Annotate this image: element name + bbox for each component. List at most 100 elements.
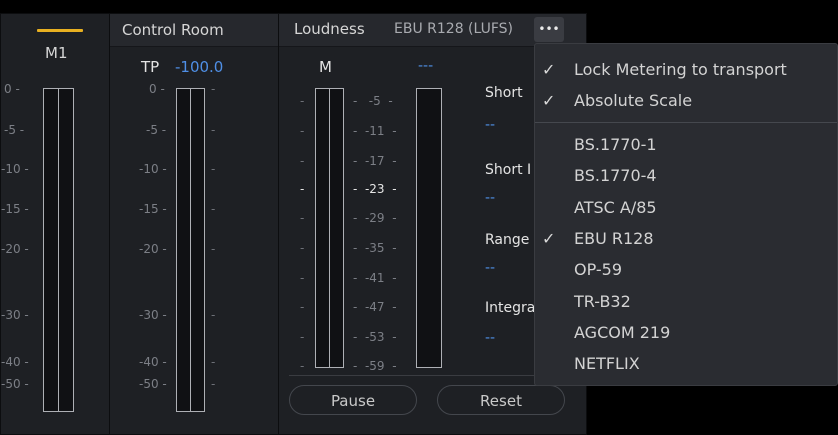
loudness-scale-tick: - -23 - [353,182,397,196]
tp-label: TP [141,58,160,76]
momentary-meter-left[interactable] [315,88,330,368]
checkmark-icon: ✓ [542,91,556,110]
scale-mark-left: - [300,359,305,373]
scale-mark-left: - [300,211,305,225]
channel-tick: -10 - [1,162,29,176]
control-room-tick: -5 - [146,123,167,137]
menu-item-standard[interactable]: BS.1770-1 [535,130,835,160]
control-room-tick: -50 - [139,377,167,391]
short-integrated-label: Short I [485,162,532,178]
loudness-scale-tick: - -35 - [353,241,397,255]
channel-meter-panel: M1 0 - -5 - -10 - -15 - -20 - -30 - -40 … [0,13,110,435]
control-room-tick: -10 - [139,162,167,176]
pause-button[interactable]: Pause [289,385,417,415]
menu-item-standard[interactable]: ATSC A/85 [535,193,835,223]
integrated-label: Integra [485,300,536,316]
loudness-scale-value: -29 [364,211,385,225]
loudness-standard: EBU R128 (LUFS) [394,21,514,37]
menu-item-lock-metering[interactable]: ✓ Lock Metering to transport [535,55,835,85]
control-room-tick-mark: - [211,162,216,176]
loudness-scale-value: -5 [368,94,381,108]
audio-meters-window: M1 0 - -5 - -10 - -15 - -20 - -30 - -40 … [0,0,838,435]
menu-item-label: ATSC A/85 [574,198,657,217]
menu-item-standard[interactable]: NETFLIX [535,349,835,379]
scale-mark-left: - [300,271,305,285]
menu-item-standard[interactable]: TR-B32 [535,287,835,317]
short-term-value: -- [485,117,496,133]
menu-item-standard[interactable]: OP-59 [535,255,835,285]
loudness-scale-tick: - -11 - [353,124,397,138]
loudness-scale-value: -59 [364,359,385,373]
control-room-tick: 0 - [149,82,165,96]
scale-mark-left: - [300,241,305,255]
loudness-scale-value: -17 [364,154,385,168]
checkmark-icon: ✓ [542,60,556,79]
menu-item-label: OP-59 [574,260,623,279]
loudness-scale-tick: - -29 - [353,211,397,225]
channel-header: M1 [1,14,109,62]
control-room-tick-mark: - [211,308,216,322]
checkmark-icon: ✓ [542,229,556,248]
control-room-meter-right[interactable] [190,88,205,412]
menu-item-standard[interactable]: AGCOM 219 [535,318,835,348]
control-room-tick: -20 - [139,242,167,256]
scale-mark-left: - [300,330,305,344]
control-room-tick-mark: - [211,202,216,216]
channel-tick: -40 - [1,355,29,369]
momentary-value: --- [418,58,434,74]
scale-mark-left: - [300,154,305,168]
scale-mark-left: - [300,124,305,138]
menu-item-label: AGCOM 219 [574,323,671,342]
loudness-scale-tick: - -17 - [353,154,397,168]
menu-item-standard-selected[interactable]: ✓ EBU R128 [535,224,835,254]
short-term-label: Short [485,85,523,101]
loudness-scale-tick: - -59 - [353,359,397,373]
control-room-tick-mark: - [211,377,216,391]
reset-button[interactable]: Reset [437,385,565,415]
menu-item-label: Lock Metering to transport [574,60,787,79]
loudness-range-meter[interactable] [416,88,442,368]
menu-item-label: Absolute Scale [574,91,693,110]
integrated-value: -- [485,330,496,346]
loudness-scale-tick: - -41 - [353,271,397,285]
menu-item-absolute-scale[interactable]: ✓ Absolute Scale [535,86,835,116]
control-room-tick-mark: - [211,355,216,369]
scale-mark-left: - [300,94,305,108]
control-room-meter-left[interactable] [176,88,191,412]
menu-item-label: NETFLIX [574,354,640,373]
range-value: -- [485,260,496,276]
menu-item-standard[interactable]: BS.1770-4 [535,161,835,191]
loudness-scale-value: -47 [364,300,385,314]
control-room-title: Control Room [122,21,224,39]
control-room-tick: -40 - [139,355,167,369]
control-room-tick: -30 - [139,308,167,322]
menu-item-label: BS.1770-4 [574,166,657,185]
control-room-header: Control Room [110,14,278,47]
momentary-meter-right[interactable] [329,88,344,368]
loudness-scale-tick: - -47 - [353,300,397,314]
control-room-tick-mark: - [211,82,216,96]
loudness-options-menu: ✓ Lock Metering to transport ✓ Absolute … [534,43,838,386]
tp-value: -100.0 [175,58,224,76]
loudness-scale-value: -53 [364,330,385,344]
channel-tick: -20 - [1,242,29,256]
menu-separator [535,122,837,123]
loudness-scale-tick: - -53 - [353,330,397,344]
channel-label: M1 [45,44,68,62]
momentary-label: M [319,58,332,76]
channel-tick: -30 - [1,308,29,322]
more-options-button[interactable]: ••• [534,17,564,42]
short-integrated-value: -- [485,190,496,206]
control-room-tick: -15 - [139,202,167,216]
scale-mark-left: - [300,300,305,314]
scale-mark-left: - [300,182,305,196]
loudness-scale-value: -35 [364,241,385,255]
control-room-tick-mark: - [211,123,216,137]
channel-tick: 0 - [4,82,20,96]
channel-accent-bar [37,29,83,32]
channel-tick: -5 - [4,123,25,137]
menu-item-label: TR-B32 [574,292,631,311]
channel-meter-left[interactable] [43,88,59,412]
loudness-scale-value: -23 [364,182,385,196]
channel-meter-right[interactable] [58,88,74,412]
